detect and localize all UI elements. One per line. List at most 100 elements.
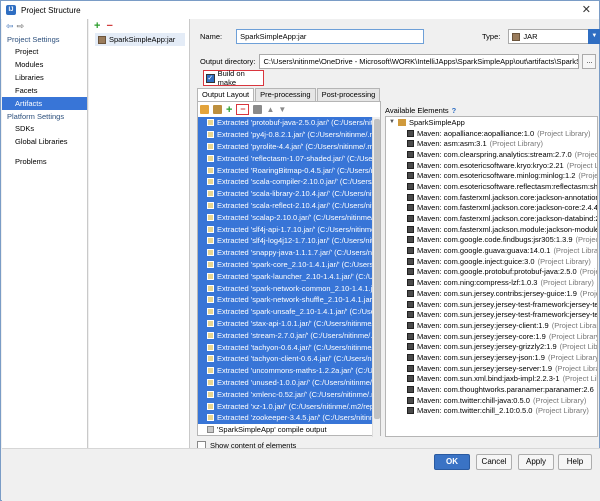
available-item[interactable]: Maven: com.sun.jersey.jersey-test-framew… (386, 309, 597, 320)
tab-pre-processing[interactable]: Pre-processing (255, 88, 316, 101)
available-item[interactable]: Maven: com.thoughtworks.paranamer:parana… (386, 384, 597, 395)
layout-row[interactable]: Extracted 'scala-reflect-2.10.4.jar/' (C… (198, 199, 374, 212)
available-item[interactable]: Maven: com.esotericsoftware.kryo:kryo:2.… (386, 160, 597, 171)
layout-row[interactable]: Extracted 'zookeeper-3.4.5.jar/' (C:/Use… (198, 411, 374, 424)
move-down-icon[interactable]: ▼ (278, 105, 286, 114)
layout-row[interactable]: Extracted 'spark-network-common_2.10-1.4… (198, 282, 374, 294)
nav-item-problems[interactable]: Problems (2, 155, 87, 168)
available-item[interactable]: Maven: com.sun.jersey:jersey-server:1.9(… (386, 363, 597, 374)
available-item[interactable]: Maven: com.google.inject:guice:3.0 (Proje… (386, 256, 597, 267)
available-item-label: Maven: com.sun.jersey:jersey-server:1.9 (417, 363, 553, 373)
ok-button[interactable]: OK (434, 454, 470, 470)
browse-button[interactable]: ... (582, 54, 597, 69)
available-root[interactable]: ▼ SparkSimpleApp (386, 117, 597, 128)
add-artifact-icon[interactable]: + (94, 21, 100, 32)
layout-row[interactable]: Extracted 'scala-compiler-2.10.0.jar/' (… (198, 175, 374, 188)
nav-item-artifacts[interactable]: Artifacts (2, 97, 87, 110)
layout-row[interactable]: Extracted 'stax-api-1.0.1.jar/' (C:/User… (198, 317, 374, 330)
back-arrow-icon[interactable]: ⇦ (6, 21, 14, 32)
available-item[interactable]: Maven: com.twitter:chill-java:0.5.0 (Proj… (386, 395, 597, 406)
create-archive-icon[interactable] (213, 105, 222, 114)
layout-row[interactable]: Extracted 'RoaringBitmap-0.4.5.jar/' (C:… (198, 164, 374, 176)
name-input[interactable]: SparkSimpleApp:jar (236, 29, 425, 44)
cancel-button[interactable]: Cancel (476, 454, 512, 470)
available-elements-tree[interactable]: ▼ SparkSimpleApp Maven: aopalliance:aopall… (385, 116, 598, 437)
available-item[interactable]: Maven: com.sun.jersey.contribs:jersey-gu… (386, 288, 597, 299)
available-item[interactable]: Maven: com.sun.jersey.jersey-test-framew… (386, 299, 597, 310)
layout-row[interactable]: Extracted 'tachyon-client-0.6.4.jar/' (C… (198, 352, 374, 365)
layout-row[interactable]: Extracted 'xmlenc-0.52.jar/' (C:/Users/n… (198, 388, 374, 401)
close-icon[interactable]: ✕ (582, 3, 591, 16)
available-item[interactable]: Maven: com.sun.xml.bind:jaxb-impl:2.2.3-… (386, 374, 597, 385)
available-item[interactable]: Maven: asm:asm:3.1 (Project Library) (386, 138, 597, 149)
move-up-icon[interactable]: ▲ (266, 105, 274, 114)
available-item[interactable]: Maven: com.google.code.findbugs:jsr305:1… (386, 235, 597, 246)
available-item[interactable]: Maven: aopalliance:aopalliance:1.0 (Proje… (386, 128, 597, 139)
add-element-icon[interactable]: + (226, 104, 232, 115)
build-on-make-checkbox[interactable]: ✓ Build on make (203, 69, 264, 87)
available-item[interactable]: Maven: com.sun.jersey:jersey-grizzly2:1.… (386, 341, 597, 352)
artifact-list-item[interactable]: SparkSimpleApp:jar (95, 33, 185, 46)
available-item[interactable]: Maven: com.fasterxml.jackson.module:jack… (386, 224, 597, 235)
layout-scrollbar-thumb[interactable] (374, 119, 380, 419)
available-item[interactable]: Maven: com.fasterxml.jackson.core:jackso… (386, 192, 597, 203)
available-item[interactable]: Maven: com.clearspring.analytics:stream:… (386, 149, 597, 160)
layout-row[interactable]: Extracted 'pyrolite-4.4.jar/' (C:/Users/… (198, 140, 374, 153)
available-item[interactable]: Maven: com.sun.jersey:jersey-core:1.9 (Pr… (386, 331, 597, 342)
layout-row[interactable]: Extracted 'unused-1.0.0.jar/' (C:/Users/… (198, 376, 374, 389)
available-item[interactable]: Maven: com.fasterxml.jackson.core:jackso… (386, 203, 597, 214)
nav-item-sdks[interactable]: SDKs (2, 122, 87, 135)
output-layout-tree[interactable]: Extracted 'protobuf-java-2.5.0.jar/' (C:… (198, 117, 374, 437)
layout-row[interactable]: Extracted 'xz-1.0.jar/' (C:/Users/nitinm… (198, 400, 374, 412)
nav-item-facets[interactable]: Facets (2, 84, 87, 97)
layout-row[interactable]: Extracted 'scala-library-2.10.4.jar/' (C… (198, 187, 374, 200)
chevron-down-icon[interactable]: ▼ (588, 29, 600, 44)
available-item[interactable]: Maven: com.sun.jersey:jersey-client:1.9(… (386, 320, 597, 331)
layout-row[interactable]: Extracted 'scalap-2.10.0.jar/' (C:/Users… (198, 211, 374, 224)
available-item[interactable]: Maven: com.google.protobuf:protobuf-java… (386, 267, 597, 278)
available-item[interactable]: Maven: com.ning:compress-lzf:1.0.3 (Proje… (386, 277, 597, 288)
layout-row[interactable]: Extracted 'tachyon-0.6.4.jar/' (C:/Users… (198, 341, 374, 353)
remove-element-icon[interactable]: − (236, 104, 250, 115)
available-item[interactable]: Maven: com.esotericsoftware.minlog:minlo… (386, 170, 597, 181)
tab-output-layout[interactable]: Output Layout (197, 88, 255, 101)
layout-row[interactable]: Extracted 'py4j-0.8.2.1.jar/' (C:/Users/… (198, 128, 374, 141)
type-select[interactable]: JAR ▼ (508, 29, 600, 44)
tab-post-processing[interactable]: Post-processing (316, 88, 381, 101)
available-item[interactable]: Maven: com.sun.jersey:jersey-json:1.9 (Pr… (386, 352, 597, 363)
layout-row[interactable]: Extracted 'uncommons-maths-1.2.2a.jar/' … (198, 364, 374, 377)
layout-tabs: Output Layout Pre-processing Post-proces… (197, 88, 381, 101)
layout-scrollbar[interactable] (372, 117, 380, 437)
layout-row-label: Extracted 'stax-api-1.0.1.jar/' (C:/User… (217, 318, 374, 328)
layout-row[interactable]: Extracted 'slf4j-api-1.7.10.jar/' (C:/Us… (198, 223, 374, 235)
nav-item-global-libraries[interactable]: Global Libraries (2, 135, 87, 148)
layout-row[interactable]: Extracted 'spark-launcher_2.10-1.4.1.jar… (198, 270, 374, 283)
nav-item-libraries[interactable]: Libraries (2, 71, 87, 84)
layout-row-compile-output[interactable]: 'SparkSimpleApp' compile output (198, 424, 374, 436)
archive-icon (207, 296, 214, 304)
layout-row[interactable]: Extracted 'spark-unsafe_2.10-1.4.1.jar/'… (198, 305, 374, 318)
nav-item-modules[interactable]: Modules (2, 58, 87, 71)
sort-icon[interactable] (253, 105, 263, 114)
layout-row[interactable]: Extracted 'spark-network-shuffle_2.10-1.… (198, 293, 374, 306)
remove-artifact-icon[interactable]: − (106, 21, 112, 32)
available-item[interactable]: Maven: com.esotericsoftware.reflectasm:r… (386, 181, 597, 192)
expand-triangle-icon[interactable]: ▼ (389, 119, 395, 125)
layout-row[interactable]: Extracted 'slf4j-log4j12-1.7.10.jar/' (C… (198, 234, 374, 247)
forward-arrow-icon[interactable]: ⇨ (17, 21, 25, 32)
available-item[interactable]: Maven: com.google.guava:guava:14.0.1 (Pro… (386, 245, 597, 256)
checkbox-checked-icon[interactable]: ✓ (206, 73, 215, 83)
layout-row[interactable]: Extracted 'reflectasm-1.07-shaded.jar/' … (198, 152, 374, 165)
apply-button[interactable]: Apply (518, 454, 554, 470)
layout-row[interactable]: Extracted 'stream-2.7.0.jar/' (C:/Users/… (198, 329, 374, 342)
available-item[interactable]: Maven: com.fasterxml.jackson.core:jackso… (386, 213, 597, 224)
output-dir-input[interactable]: C:\Users\nitinme\OneDrive - Microsoft\WO… (259, 54, 580, 69)
nav-item-project[interactable]: Project (2, 45, 87, 58)
create-directory-icon[interactable] (200, 105, 209, 114)
help-button[interactable]: Help (558, 454, 592, 470)
help-icon[interactable]: ? (452, 106, 457, 115)
layout-row[interactable]: Extracted 'protobuf-java-2.5.0.jar/' (C:… (198, 117, 374, 129)
layout-row[interactable]: Extracted 'snappy-java-1.1.1.7.jar/' (C:… (198, 246, 374, 259)
available-item[interactable]: Maven: com.twitter:chill_2.10:0.5.0 (Proj… (386, 406, 597, 417)
layout-row[interactable]: Extracted 'spark-core_2.10-1.4.1.jar/' (… (198, 258, 374, 271)
